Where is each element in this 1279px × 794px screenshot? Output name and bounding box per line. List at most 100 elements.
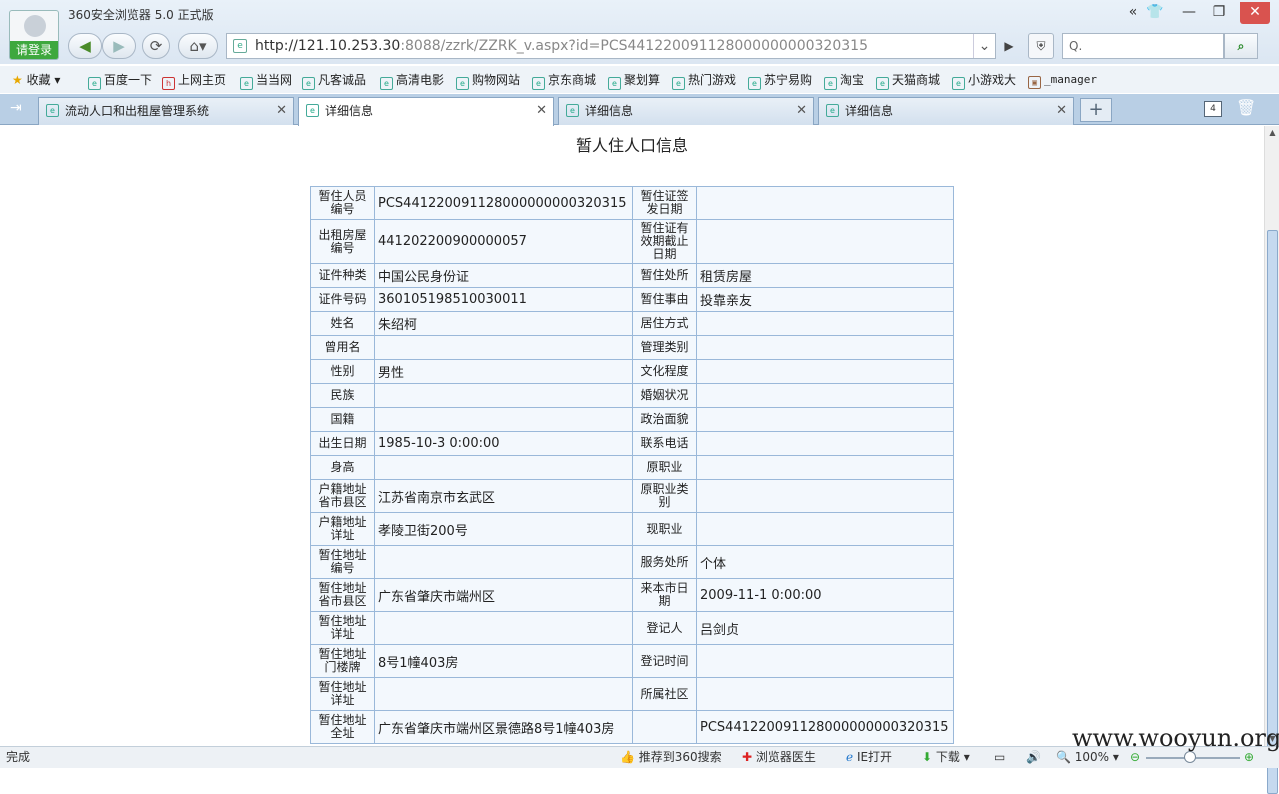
field-value: 2009-11-1 0:00:00 [696, 578, 954, 612]
recommend-button[interactable]: 👍 推荐到360搜索 [620, 747, 722, 768]
browser-doctor-button[interactable]: ✚ 浏览器医生 [742, 747, 816, 768]
back-button[interactable]: ◀ [68, 33, 102, 59]
ie-icon: e [748, 77, 761, 90]
table-row: 暂住地址省市县区 广东省肇庆市端州区 来本市日期 2009-11-1 0:00:00 [310, 578, 954, 612]
home-button[interactable]: ⌂▾ [178, 33, 218, 59]
speaker-icon[interactable]: 🔊 [1026, 747, 1041, 768]
back-arrow-icon: ◀ [79, 37, 91, 55]
shield-icon: ⛨ [1036, 39, 1046, 53]
field-label: 文化程度 [632, 359, 697, 384]
field-label: 来本市日期 [632, 578, 697, 612]
scrollbar-thumb[interactable] [1267, 230, 1278, 794]
field-label: 国籍 [310, 407, 375, 432]
ie-open-button[interactable]: ℯ IE打开 [846, 747, 892, 768]
vertical-scrollbar[interactable]: ▲ ▼ [1264, 126, 1279, 794]
bookmark-item[interactable]: e 百度一下 [88, 71, 152, 90]
bookmark-item[interactable]: e 京东商城 [532, 71, 596, 90]
bookmark-label: 购物网站 [472, 73, 521, 87]
table-row: 暂住地址门楼牌 8号1幢403房 登记时间 [310, 644, 954, 678]
table-row: 暂住地址全址 广东省肇庆市端州区景德路8号1幢403房 PCS44122009112… [310, 710, 954, 744]
tab-label: 详细信息 [325, 104, 374, 118]
search-input[interactable]: Q. [1062, 33, 1224, 59]
field-value: 360105198510030011 [374, 287, 633, 312]
close-icon[interactable]: ✕ [536, 98, 547, 124]
address-bar[interactable]: e http://121.10.253.30:8088/zzrk/ZZRK_v.… [226, 33, 996, 59]
scroll-up-icon[interactable]: ▲ [1265, 126, 1279, 140]
tab-detail-active[interactable]: e 详细信息 ✕ [298, 97, 554, 126]
close-icon[interactable]: ✕ [796, 98, 807, 124]
field-value [696, 677, 954, 711]
zoom-slider-handle[interactable] [1184, 751, 1196, 763]
search-button[interactable]: ⌕ [1224, 33, 1258, 59]
tab-detail[interactable]: e 详细信息 ✕ [558, 97, 814, 125]
bookmark-item[interactable]: e 热门游戏 [672, 71, 736, 90]
table-row: 姓名 朱绍柯 居住方式 [310, 311, 954, 336]
field-value: 吕剑贞 [696, 611, 954, 645]
ie-icon: e [456, 77, 469, 90]
bookmark-item[interactable]: e 高清电影 [380, 71, 444, 90]
bookmark-item[interactable]: e 淘宝 [824, 71, 865, 90]
bookmark-item[interactable]: e 小游戏大 [952, 71, 1016, 90]
bookmark-item[interactable]: e 聚划算 [608, 71, 660, 90]
field-value: 男性 [374, 359, 633, 384]
bookmark-item[interactable]: h 上网主页 [162, 71, 226, 90]
restore-button[interactable]: ❐ [1204, 2, 1234, 22]
close-button[interactable]: ✕ [1240, 2, 1270, 24]
search-icon: ⌕ [1237, 39, 1245, 53]
trash-icon[interactable]: 🗑 [1236, 98, 1256, 117]
zoom-level: 100% [1074, 750, 1110, 764]
forward-button[interactable]: ▶ [102, 33, 136, 59]
field-value [374, 383, 633, 408]
field-label: 政治面貌 [632, 407, 697, 432]
download-button[interactable]: ⬇ 下载 ▾ [922, 747, 970, 768]
field-label: 暂住地址全址 [310, 710, 375, 744]
bookmark-item[interactable]: e 当当网 [240, 71, 292, 90]
url-host: http://121.10.253.30 [255, 38, 401, 54]
star-icon: ★ [12, 73, 23, 87]
new-tab-button[interactable]: + [1080, 98, 1112, 122]
close-icon[interactable]: ✕ [1056, 98, 1067, 124]
table-row: 暂住地址详址 登记人 吕剑贞 [310, 611, 954, 645]
page-title: 暂人住人口信息 [575, 136, 688, 155]
field-value: 朱绍柯 [374, 311, 633, 336]
bookmark-label: 淘宝 [840, 73, 865, 87]
shield-button[interactable]: ⛨ [1028, 33, 1054, 59]
field-value [696, 644, 954, 678]
skin-icon[interactable]: 👕 [1140, 2, 1170, 22]
field-label: 暂住事由 [632, 287, 697, 312]
bookmark-item[interactable]: e 天猫商城 [876, 71, 940, 90]
bookmark-item[interactable]: e 苏宁易购 [748, 71, 812, 90]
field-label: 民族 [310, 383, 375, 408]
field-label: 户籍地址详址 [310, 512, 375, 546]
table-row: 身高 原职业 [310, 455, 954, 480]
screen-icon[interactable]: ▭ [994, 747, 1005, 768]
refresh-button[interactable]: ⟳ [142, 33, 170, 59]
field-label: 户籍地址省市县区 [310, 479, 375, 513]
login-button[interactable]: 请登录 [10, 41, 58, 59]
ie-icon: e [302, 77, 315, 90]
chevron-down-icon[interactable]: ⌄ [973, 34, 995, 58]
field-value [374, 455, 633, 480]
table-row: 曾用名 管理类别 [310, 335, 954, 360]
tab-management-system[interactable]: e 流动人口和出租屋管理系统 ✕ [38, 97, 294, 125]
field-value [696, 455, 954, 480]
bookmark-item[interactable]: ▣ _manager [1028, 71, 1097, 89]
bookmark-item[interactable]: e 购物网站 [456, 71, 521, 90]
sidebar-toggle-icon[interactable]: ⇥ [10, 100, 22, 116]
thumb-up-icon: 👍 [620, 750, 635, 764]
bookmark-favorites[interactable]: ★ 收藏 ▾ [12, 71, 60, 89]
field-value: 江苏省南京市玄武区 [374, 479, 633, 513]
field-label: 身高 [310, 455, 375, 480]
go-button[interactable]: ▶ [998, 33, 1020, 59]
bookmark-item[interactable]: e 凡客诚品 [302, 71, 366, 90]
close-icon[interactable]: ✕ [276, 98, 287, 124]
tab-detail[interactable]: e 详细信息 ✕ [818, 97, 1074, 125]
field-value [696, 311, 954, 336]
field-label: 登记时间 [632, 644, 697, 678]
table-row: 暂住人员编号 PCS441220091128000000000320315 暂住证签… [310, 186, 954, 220]
ie-icon: e [240, 77, 253, 90]
user-avatar[interactable]: 请登录 [9, 10, 59, 60]
field-label: 证件号码 [310, 287, 375, 312]
minimize-button[interactable]: — [1174, 2, 1204, 22]
tab-count-icon[interactable]: 4 [1204, 101, 1222, 117]
